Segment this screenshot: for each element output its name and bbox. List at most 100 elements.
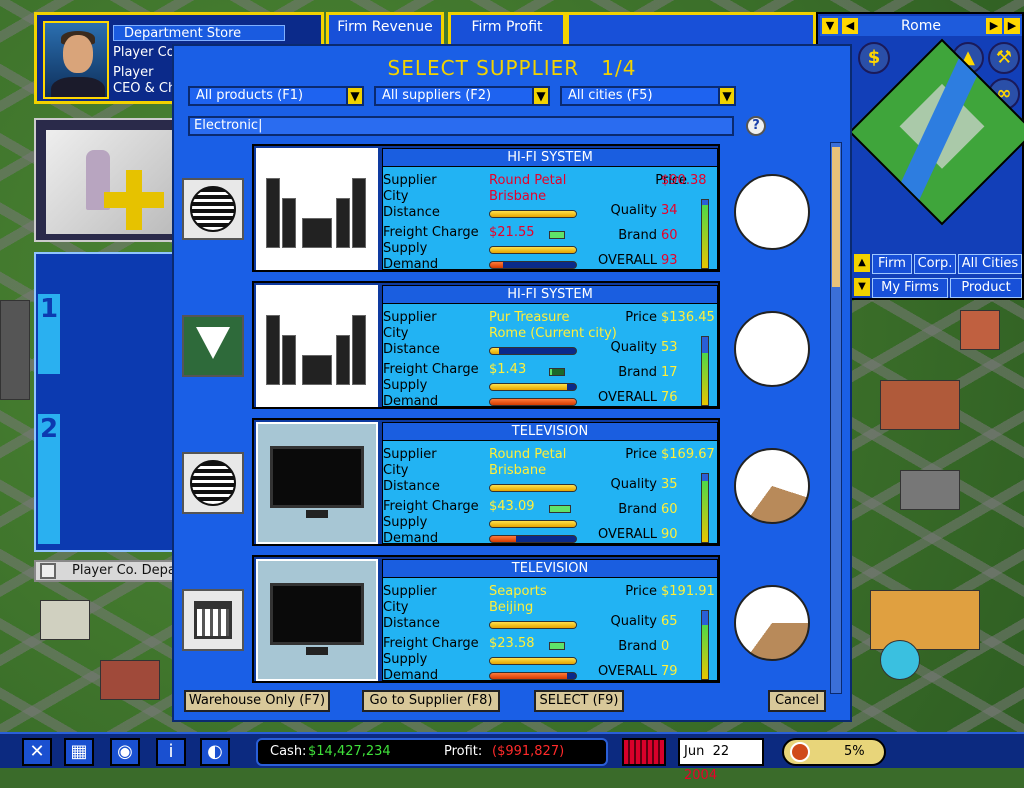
- city-filter-dropdown[interactable]: All cities (F5) ▼: [560, 86, 736, 106]
- distance-label: Distance: [383, 205, 440, 220]
- distance-label: Distance: [383, 616, 440, 631]
- supplier-card[interactable]: TELEVISION Supplier Seaports City Beijin…: [252, 555, 720, 683]
- dollar-icon[interactable]: $: [858, 42, 890, 74]
- map-tab-firm[interactable]: Firm: [872, 254, 912, 274]
- overall-value: 79: [661, 664, 678, 679]
- unit-tab-2[interactable]: 2: [38, 414, 60, 544]
- price-label: Price: [625, 447, 657, 462]
- supply-bar: [489, 383, 577, 391]
- freight-label: Freight Charge: [383, 499, 479, 514]
- distance-bar: [489, 621, 577, 629]
- grid-map-icon[interactable]: ▦: [64, 738, 94, 766]
- supplier-city: Beijing: [489, 600, 534, 615]
- overall-label: OVERALL: [598, 664, 657, 679]
- go-to-supplier-button[interactable]: Go to Supplier (F8): [362, 690, 500, 712]
- supply-label: Supply: [383, 378, 428, 393]
- distance-label: Distance: [383, 342, 440, 357]
- distance-bar: [489, 484, 577, 492]
- demand-label: Demand: [383, 668, 439, 683]
- checkbox[interactable]: [40, 563, 56, 579]
- market-share-pie: [734, 585, 810, 661]
- game-date[interactable]: Jun 22 2004: [678, 738, 764, 783]
- brand-value: 0: [661, 639, 670, 654]
- city-selector: ▼ ◀ Rome ▶ ▶: [820, 16, 1022, 36]
- scroll-up-icon[interactable]: ▲: [854, 254, 870, 272]
- product-filter-dropdown[interactable]: All products (F1) ▼: [188, 86, 364, 106]
- profit-label: Profit:: [444, 744, 483, 759]
- last-city-icon[interactable]: ▶: [1004, 18, 1020, 34]
- map-tab-all-cities[interactable]: All Cities: [958, 254, 1022, 274]
- supplier-row[interactable]: TELEVISION Supplier Seaports City Beijin…: [174, 555, 834, 685]
- supplier-card[interactable]: HI-FI SYSTEM Supplier Round Petal City B…: [252, 144, 720, 272]
- ceo-avatar[interactable]: [43, 21, 109, 99]
- supplier-label: Supplier: [383, 584, 437, 599]
- price-value: $90.38: [661, 173, 707, 188]
- cash-value: $14,427,234: [308, 744, 391, 759]
- price-label: Price: [625, 584, 657, 599]
- chevron-down-icon[interactable]: ▼: [346, 86, 364, 106]
- map-tab-product[interactable]: Product: [950, 278, 1022, 298]
- chevron-down-icon[interactable]: ▼: [718, 86, 736, 106]
- quality-label: Quality: [610, 340, 657, 355]
- activity-meter: [622, 738, 666, 766]
- sunburst-logo-icon: [182, 452, 244, 514]
- quality-value: 35: [661, 477, 678, 492]
- supplier-card[interactable]: HI-FI SYSTEM Supplier Pur Treasure City …: [252, 281, 720, 409]
- select-button[interactable]: SELECT (F9): [534, 690, 624, 712]
- supplier-label: Supplier: [383, 173, 437, 188]
- chevron-down-icon[interactable]: ▼: [822, 18, 838, 34]
- finance-panel[interactable]: Cash: $14,427,234 Profit: ($991,827): [256, 738, 608, 766]
- unit-tab-1[interactable]: 1: [38, 294, 60, 374]
- overall-label: OVERALL: [598, 253, 657, 268]
- supplier-filter-value: All suppliers (F2): [382, 88, 492, 103]
- city-label: City: [383, 600, 409, 615]
- help-icon[interactable]: ?: [746, 116, 766, 136]
- map-tab-my-firms[interactable]: My Firms: [872, 278, 948, 298]
- distance-bar: [489, 210, 577, 218]
- next-city-icon[interactable]: ▶: [986, 18, 1002, 34]
- scroll-down-icon[interactable]: ▼: [854, 278, 870, 296]
- supplier-row[interactable]: TELEVISION Supplier Round Petal City Bri…: [174, 418, 834, 548]
- overall-bar: [701, 336, 709, 406]
- firm-label-bar[interactable]: Player Co. Depa: [34, 560, 184, 582]
- supplier-city: Rome (Current city): [489, 326, 617, 341]
- date-day: Jun 22: [684, 744, 730, 759]
- rate-value: 5%: [844, 744, 865, 759]
- interest-rate-panel[interactable]: 5%: [782, 738, 886, 766]
- firm-name[interactable]: Department Store: [113, 25, 285, 41]
- supplier-filter-dropdown[interactable]: All suppliers (F2) ▼: [374, 86, 550, 106]
- demand-label: Demand: [383, 531, 439, 546]
- firm-owner: Player: [113, 65, 154, 80]
- pickaxe-icon[interactable]: ⚒: [988, 42, 1020, 74]
- distance-bar: [489, 347, 577, 355]
- brand-label: Brand: [618, 502, 657, 517]
- quality-value: 53: [661, 340, 678, 355]
- prev-city-icon[interactable]: ◀: [842, 18, 858, 34]
- tools-icon[interactable]: ✕: [22, 738, 52, 766]
- supplier-row[interactable]: HI-FI SYSTEM Supplier Pur Treasure City …: [174, 281, 834, 411]
- target-icon: [790, 742, 810, 762]
- brand-value: 60: [661, 502, 678, 517]
- product-image-panel: [34, 118, 182, 242]
- quality-label: Quality: [610, 477, 657, 492]
- globe-icon[interactable]: ◉: [110, 738, 140, 766]
- supplier-card[interactable]: TELEVISION Supplier Round Petal City Bri…: [252, 418, 720, 546]
- price-label: Price: [625, 310, 657, 325]
- map-tab-corp[interactable]: Corp.: [914, 254, 956, 274]
- product-name: HI-FI SYSTEM: [383, 149, 717, 167]
- cancel-button[interactable]: Cancel: [768, 690, 826, 712]
- supply-label: Supply: [383, 241, 428, 256]
- freight-charge: $23.58: [489, 636, 535, 651]
- chevron-down-icon[interactable]: ▼: [532, 86, 550, 106]
- select-supplier-dialog: SELECT SUPPLIER 1/4 All products (F1) ▼ …: [172, 44, 852, 722]
- warehouse-only-button[interactable]: Warehouse Only (F7): [184, 690, 330, 712]
- supplier-row[interactable]: HI-FI SYSTEM Supplier Round Petal City B…: [174, 144, 834, 274]
- supplier-info: TELEVISION Supplier Seaports City Beijin…: [382, 559, 718, 683]
- info-icon[interactable]: i: [156, 738, 186, 766]
- brand-label: Brand: [618, 365, 657, 380]
- city-name[interactable]: Rome: [864, 16, 978, 36]
- dialog-title: SELECT SUPPLIER 1/4: [387, 56, 637, 80]
- supplier-name: Seaports: [489, 584, 547, 599]
- search-input[interactable]: Electronic|: [188, 116, 734, 136]
- clock-icon[interactable]: ◐: [200, 738, 230, 766]
